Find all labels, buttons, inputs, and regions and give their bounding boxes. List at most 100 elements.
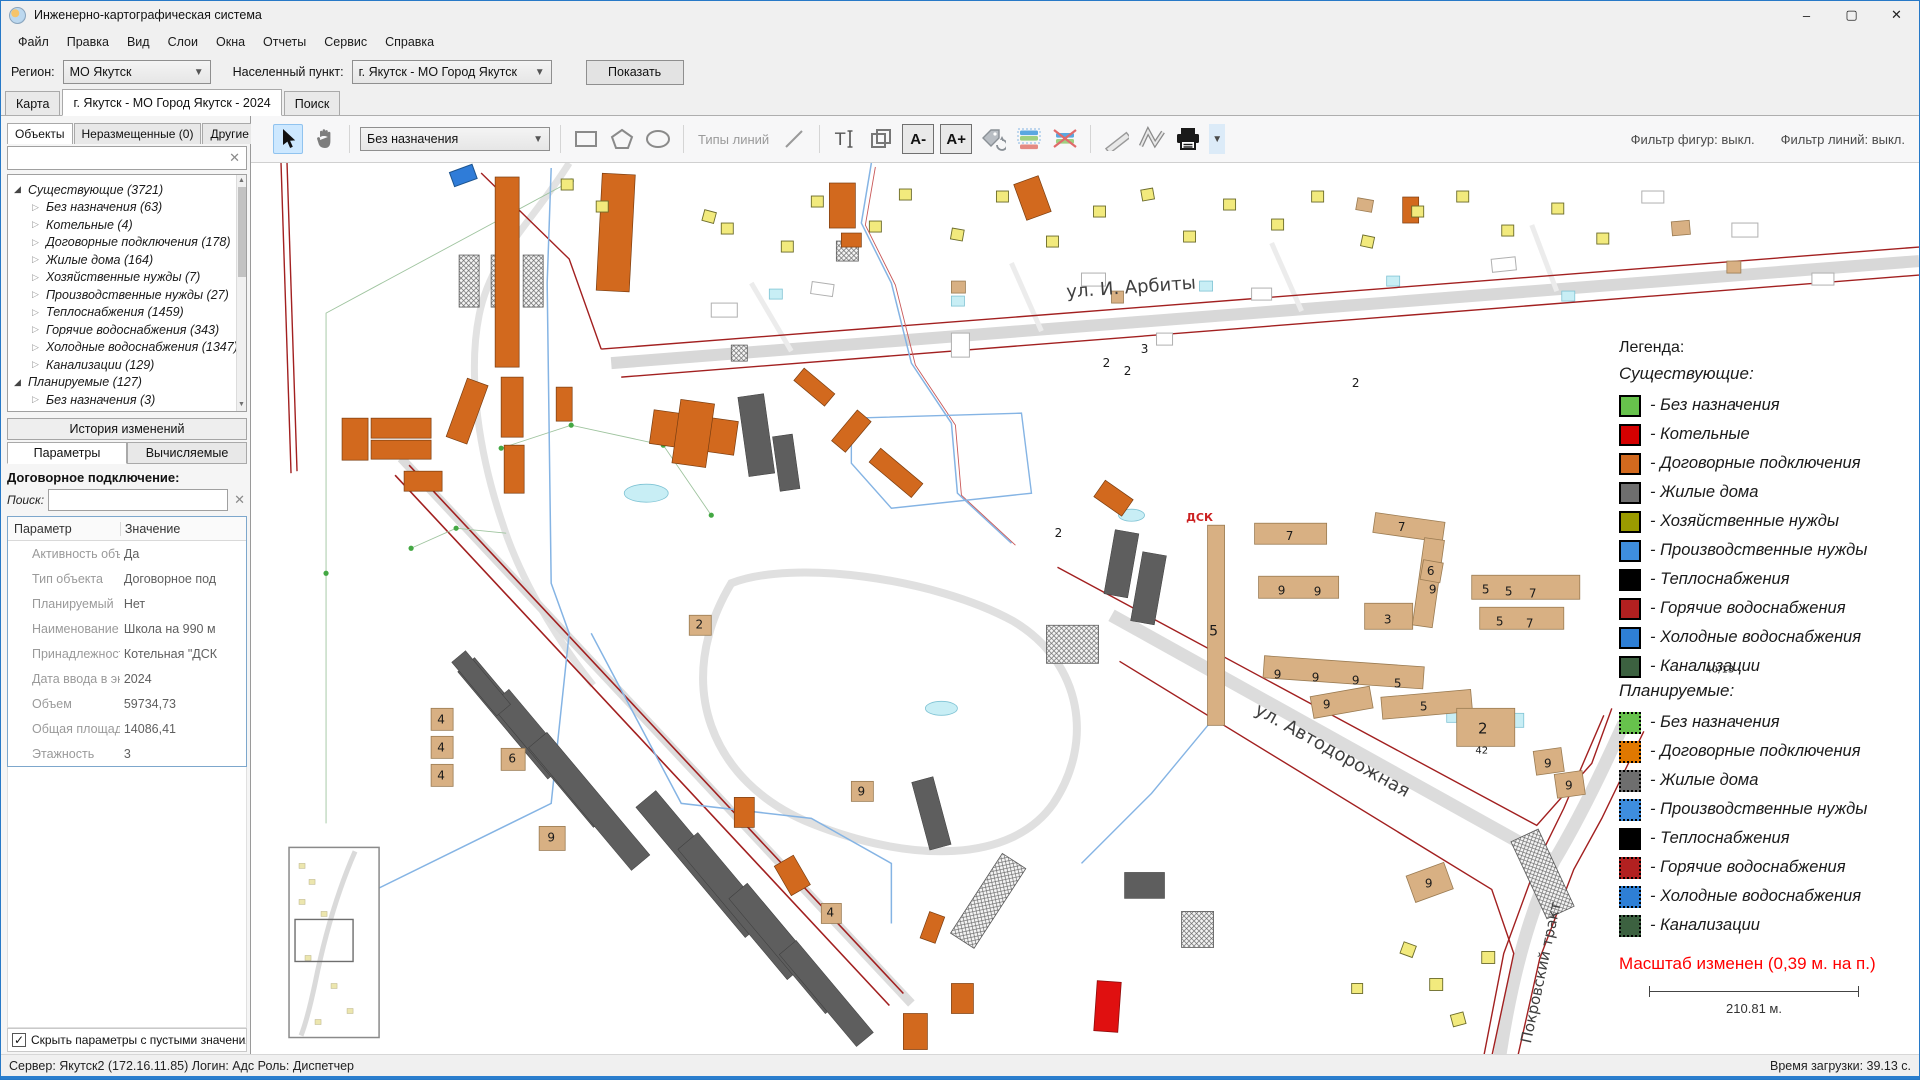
table-row[interactable]: Объем59734,73 [8,691,246,716]
objects-search-input[interactable] [12,151,227,165]
map-red-building[interactable] [1094,981,1121,1033]
tree-child-item[interactable]: ▷Теплоснабжения (1459) [14,304,244,322]
document-tab[interactable]: Поиск [284,91,341,115]
map-blue-building[interactable] [449,164,477,186]
tree-collapsed-icon[interactable]: ▷ [32,202,46,213]
figure-type-combobox[interactable]: Без назначения ▼ [360,127,550,151]
minimize-button[interactable]: – [1784,1,1829,29]
tree-collapsed-icon[interactable]: ▷ [32,254,46,265]
scrollbar-thumb[interactable] [238,187,246,277]
tree-child-item[interactable]: ▷Холодные водоснабжения (1347) [14,339,244,357]
minimap[interactable] [289,847,379,1037]
draw-ellipse-tool[interactable] [643,124,673,154]
table-row[interactable]: Дата ввода в эксплуат2024 [8,666,246,691]
tree-child-item[interactable]: ▷Канализации (129) [14,356,244,374]
parameter-tab[interactable]: Вычисляемые [127,442,247,464]
legend-item-label: - Хозяйственные нужды [1650,512,1839,531]
tree-expanded-icon[interactable]: ◢ [14,184,28,195]
menu-item-Файл[interactable]: Файл [9,31,58,53]
tree-child-item[interactable]: ▷Без назначения (3) [14,391,244,409]
table-row[interactable]: Принадлежность к коКотельная "ДСК [8,641,246,666]
scroll-down-icon[interactable]: ▼ [237,399,246,411]
measure-line-tool[interactable] [1101,124,1131,154]
tree-scrollbar[interactable]: ▲ ▼ [236,175,246,411]
tree-collapsed-icon[interactable]: ▷ [32,219,46,230]
map-viewport[interactable]: ул. И. Арбитыул. АвтодорожнаяПокровский … [251,163,1919,1054]
tree-child-item[interactable]: ▷Жилые дома (164) [14,251,244,269]
tree-collapsed-icon[interactable]: ▷ [32,289,46,300]
document-tab[interactable]: Карта [5,91,60,115]
text-tool[interactable]: T [830,124,860,154]
toolbar-overflow-button[interactable]: ▼ [1209,124,1225,154]
parameter-tab[interactable]: Параметры [7,442,127,464]
tree-collapsed-icon[interactable]: ▷ [32,307,46,318]
document-tab[interactable]: г. Якутск - МО Город Якутск - 2024 [62,89,281,116]
tree-child-item[interactable]: ▷Хозяйственные нужды (7) [14,269,244,287]
table-row[interactable]: НаименованиеШкола на 990 м [8,616,246,641]
tree-collapsed-icon[interactable]: ▷ [32,272,46,283]
tree-item-label: Хозяйственные нужды (7) [46,270,200,284]
maximize-button[interactable]: ▢ [1829,1,1874,29]
tree-child-item[interactable]: ▷Договорные подключения (6) [14,409,244,413]
clear-search-icon[interactable]: ✕ [227,150,242,166]
menu-item-Слои[interactable]: Слои [159,31,207,53]
table-row[interactable]: Этажность3 [8,741,246,766]
legend-swatch [1619,540,1641,562]
table-row[interactable]: Активность объектаДа [8,541,246,566]
pan-hand-tool[interactable] [309,124,339,154]
tree-collapsed-icon[interactable]: ▷ [32,359,46,370]
tree-root-item[interactable]: ◢Планируемые (127) [14,374,244,392]
select-cursor-tool[interactable] [273,124,303,154]
region-combobox[interactable]: МО Якутск ▼ [63,60,211,84]
map-gray-buildings[interactable] [452,394,1167,1047]
tree-child-item[interactable]: ▷Котельные (4) [14,216,244,234]
tree-child-item[interactable]: ▷Без назначения (63) [14,199,244,217]
building-number: 9 [547,830,555,844]
tree-child-item[interactable]: ▷Производственные нужды (27) [14,286,244,304]
parameter-search-input[interactable] [48,489,228,511]
objects-panel-tab[interactable]: Объекты [7,123,73,144]
label-refresh-tool[interactable] [978,124,1008,154]
draw-line-tool[interactable] [779,124,809,154]
duplicate-tool[interactable] [866,124,896,154]
menu-item-Окна[interactable]: Окна [207,31,254,53]
table-row[interactable]: Тип объектаДоговорное под [8,566,246,591]
scroll-up-icon[interactable]: ▲ [237,175,246,187]
close-button[interactable]: ✕ [1874,1,1919,29]
menu-item-Отчеты[interactable]: Отчеты [254,31,315,53]
clear-search-icon[interactable]: ✕ [232,492,247,508]
layers-clear-tool[interactable] [1050,124,1080,154]
menu-item-Сервис[interactable]: Сервис [315,31,376,53]
draw-polygon-tool[interactable] [607,124,637,154]
settlement-combobox[interactable]: г. Якутск - МО Город Якутск ▼ [352,60,552,84]
table-row[interactable]: Общая площадь14086,41 [8,716,246,741]
building-number: 9 [1278,583,1286,597]
draw-rectangle-tool[interactable] [571,124,601,154]
objects-panel-tab[interactable]: Неразмещенные (0) [74,123,202,144]
tree-collapsed-icon[interactable]: ▷ [32,342,46,353]
tree-collapsed-icon[interactable]: ▷ [32,324,46,335]
menu-item-Справка[interactable]: Справка [376,31,443,53]
tree-expanded-icon[interactable]: ◢ [14,377,28,388]
measure-ruler-tool[interactable] [1137,124,1167,154]
history-button[interactable]: История изменений [7,418,247,440]
print-tool[interactable] [1173,124,1203,154]
menu-item-Правка[interactable]: Правка [58,31,118,53]
tree-child-item[interactable]: ▷Горячие водоснабжения (343) [14,321,244,339]
map-orange-buildings[interactable] [342,173,1419,1049]
layers-visibility-tool[interactable] [1014,124,1044,154]
building-number: 2 [1055,526,1063,540]
tree-child-item[interactable]: ▷Договорные подключения (178) [14,234,244,252]
map-tan-buildings[interactable] [431,198,1741,924]
table-row[interactable]: ПланируемыйНет [8,591,246,616]
hide-empty-checkbox[interactable]: ✓ [12,1033,26,1047]
objects-panel-tab[interactable]: Другие [202,123,256,144]
status-bar: Сервер: Якутск2 (172.16.11.85) Логин: Ад… [1,1054,1919,1079]
show-button[interactable]: Показать [586,60,684,85]
menu-item-Вид[interactable]: Вид [118,31,159,53]
tree-collapsed-icon[interactable]: ▷ [32,394,46,405]
font-larger-button[interactable]: A+ [940,124,972,154]
font-smaller-button[interactable]: A- [902,124,934,154]
tree-collapsed-icon[interactable]: ▷ [32,237,46,248]
tree-root-item[interactable]: ◢Существующие (3721) [14,181,244,199]
